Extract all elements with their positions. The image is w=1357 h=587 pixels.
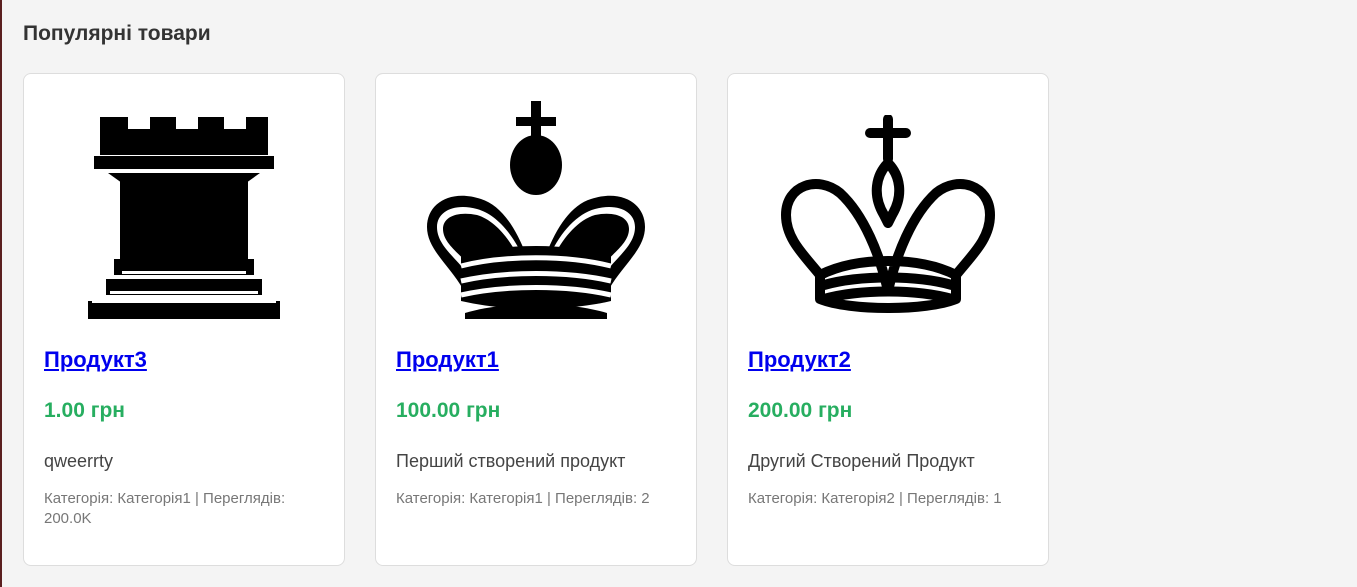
product-meta: Категорія: Категорія1 | Переглядів: 2 bbox=[396, 490, 650, 507]
product-meta: Категорія: Категорія1 | Переглядів: 200.… bbox=[44, 490, 286, 527]
chess-king-white-icon bbox=[781, 115, 995, 313]
product-list: Продукт3 1.00 грн qweerrty Категорія: Ка… bbox=[23, 73, 1049, 566]
product-title-link[interactable]: Продукт1 bbox=[396, 347, 499, 373]
product-price: 100.00 грн bbox=[396, 399, 501, 422]
product-title-link[interactable]: Продукт3 bbox=[44, 347, 147, 373]
product-card: Продукт3 1.00 грн qweerrty Категорія: Ка… bbox=[23, 73, 345, 566]
chess-king-black-icon bbox=[427, 101, 645, 319]
chess-rook-black-icon bbox=[88, 117, 280, 319]
product-image[interactable] bbox=[396, 94, 676, 319]
product-description: Другий Створений Продукт bbox=[748, 451, 975, 471]
product-description: qweerrty bbox=[44, 451, 114, 471]
product-card: Продукт2 200.00 грн Другий Створений Про… bbox=[727, 73, 1049, 566]
product-title-link[interactable]: Продукт2 bbox=[748, 347, 851, 373]
section-title: Популярні товари bbox=[23, 22, 211, 45]
product-price: 200.00 грн bbox=[748, 399, 853, 422]
product-image[interactable] bbox=[44, 94, 324, 319]
product-description: Перший створений продукт bbox=[396, 451, 626, 471]
product-image[interactable] bbox=[748, 94, 1028, 319]
product-meta: Категорія: Категорія2 | Переглядів: 1 bbox=[748, 490, 1002, 507]
product-price: 1.00 грн bbox=[44, 399, 125, 422]
product-card: Продукт1 100.00 грн Перший створений про… bbox=[375, 73, 697, 566]
